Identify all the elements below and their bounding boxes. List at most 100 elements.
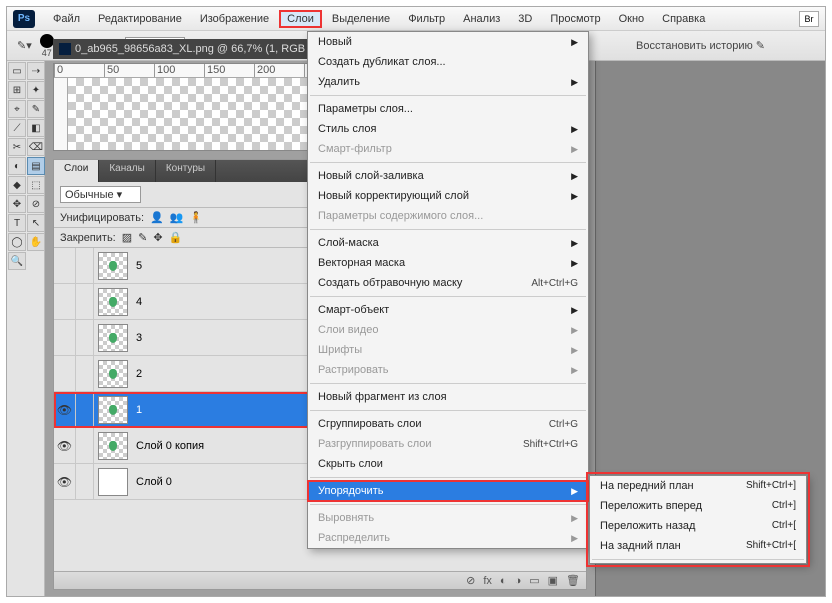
menu-item[interactable]: Новый слой-заливка▶ [308,166,588,186]
tool-3[interactable]: ✦ [27,81,45,99]
lock-position-icon[interactable]: ✥ [153,231,162,244]
submenu-item[interactable]: Переложить впередCtrl+] [590,496,806,516]
tool-14[interactable]: ✥ [8,195,26,213]
tool-6[interactable]: ⟋ [8,119,26,137]
tool-13[interactable]: ⬚ [27,176,45,194]
layer-thumbnail[interactable] [98,432,128,460]
panel-tab-Каналы[interactable]: Каналы [99,160,156,182]
menu-справка[interactable]: Справка [654,10,713,28]
ruler-vertical [54,78,68,150]
brush-preview[interactable] [40,34,54,48]
visibility-toggle[interactable] [54,356,76,391]
tool-5[interactable]: ✎ [27,100,45,118]
menu-фильтр[interactable]: Фильтр [400,10,453,28]
menu-item[interactable]: Векторная маска▶ [308,253,588,273]
unify-icon[interactable]: 🧍 [189,211,203,224]
visibility-toggle[interactable] [54,320,76,355]
menu-item[interactable]: Сгруппировать слоиCtrl+G [308,414,588,434]
menu-item[interactable]: Новый▶ [308,32,588,52]
menu-изображение[interactable]: Изображение [192,10,277,28]
lock-all-icon[interactable]: 🔒 [169,231,183,244]
blend-mode-select[interactable]: Обычные ▾ [60,186,141,203]
panel-footer-icon[interactable]: ▣ [548,574,558,587]
unify-icon[interactable]: 👤 [150,211,164,224]
menu-item[interactable]: Новый корректирующий слой▶ [308,186,588,206]
menu-item[interactable]: Удалить▶ [308,72,588,92]
tool-10[interactable]: ◐ [8,157,26,175]
tool-preset-icon[interactable]: ✎▾ [17,39,32,52]
tool-0[interactable]: ▭ [8,62,26,80]
bridge-button[interactable]: Br [799,11,819,27]
tool-12[interactable]: ◆ [8,176,26,194]
tool-16[interactable]: T [8,214,26,232]
menu-item[interactable]: Создать обтравочную маскуAlt+Ctrl+G [308,273,588,293]
menu-окно[interactable]: Окно [611,10,653,28]
tool-15[interactable]: ⊘ [27,195,45,213]
layer-thumbnail[interactable] [98,468,128,496]
panel-tab-Контуры[interactable]: Контуры [156,160,216,182]
visibility-toggle[interactable]: 👁 [54,464,76,499]
tool-2[interactable]: ⊞ [8,81,26,99]
menu-item[interactable]: Упорядочить▶ [308,481,588,501]
tool-8[interactable]: ✂ [8,138,26,156]
unify-icon[interactable]: 👥 [170,211,184,224]
brush-size: 47 [42,48,52,58]
layer-thumbnail[interactable] [98,396,128,424]
arrange-submenu: На передний планShift+Ctrl+]Переложить в… [589,475,807,564]
tools-panel: ▭⇢⊞✦⌖✎⟋◧✂⌫◐▤◆⬚✥⊘T↖◯✋🔍 [7,61,45,596]
visibility-toggle[interactable] [54,248,76,283]
panel-footer-icon[interactable]: fx [483,575,492,587]
menu-item: Слои видео▶ [308,320,588,340]
tool-20[interactable]: 🔍 [8,252,26,270]
tool-9[interactable]: ⌫ [27,138,45,156]
submenu-item[interactable]: На передний планShift+Ctrl+] [590,476,806,496]
menu-item[interactable]: Смарт-объект▶ [308,300,588,320]
menu-item[interactable]: Скрыть слои [308,454,588,474]
tool-1[interactable]: ⇢ [27,62,45,80]
panel-footer-icon[interactable]: ⊘ [466,574,475,587]
menu-item[interactable]: Создать дубликат слоя... [308,52,588,72]
menu-просмотр[interactable]: Просмотр [542,10,608,28]
tool-18[interactable]: ◯ [8,233,26,251]
menu-файл[interactable]: Файл [45,10,88,28]
menu-item: Распределить▶ [308,528,588,548]
submenu-item[interactable]: Переложить назадCtrl+[ [590,516,806,536]
tool-11[interactable]: ▤ [27,157,45,175]
menu-item[interactable]: Стиль слоя▶ [308,119,588,139]
layer-menu-dropdown: Новый▶Создать дубликат слоя...Удалить▶ Па… [307,31,589,549]
menu-item[interactable]: Новый фрагмент из слоя [308,387,588,407]
tool-17[interactable]: ↖ [27,214,45,232]
lock-pixels-icon[interactable]: ✎ [138,231,147,244]
menu-3d[interactable]: 3D [510,10,540,28]
visibility-toggle[interactable]: 👁 [54,392,76,427]
lock-label: Закрепить: [60,232,116,244]
panel-footer-icon[interactable]: ◐ [500,575,507,587]
panel-footer-icon[interactable]: ▭ [529,574,539,587]
menu-item: Шрифты▶ [308,340,588,360]
layer-thumbnail[interactable] [98,360,128,388]
visibility-toggle[interactable]: 👁 [54,428,76,463]
tool-7[interactable]: ◧ [27,119,45,137]
layer-thumbnail[interactable] [98,252,128,280]
panel-tab-Слои[interactable]: Слои [54,160,99,182]
visibility-toggle[interactable] [54,284,76,319]
menu-анализ[interactable]: Анализ [455,10,508,28]
layer-thumbnail[interactable] [98,324,128,352]
document-tab[interactable]: 0_ab965_98656a83_XL.png @ 66,7% (1, RGB [53,39,325,59]
lock-transparent-icon[interactable]: ▨ [122,231,132,244]
tool-4[interactable]: ⌖ [8,100,26,118]
menu-выделение[interactable]: Выделение [324,10,398,28]
tool-19[interactable]: ✋ [27,233,45,251]
layers-panel-footer: ⊘ fx ◐ ◑ ▭ ▣ 🗑 [54,571,586,589]
panel-footer-icon[interactable]: ◑ [515,575,522,587]
menu-редактирование[interactable]: Редактирование [90,10,190,28]
ps-logo: Ps [13,10,35,28]
menu-item[interactable]: Параметры слоя... [308,99,588,119]
panel-footer-icon[interactable]: 🗑 [566,574,580,587]
layer-thumbnail[interactable] [98,288,128,316]
menu-item[interactable]: Слой-маска▶ [308,233,588,253]
submenu-item[interactable]: На задний планShift+Ctrl+[ [590,536,806,556]
menu-слои[interactable]: Слои [279,10,322,28]
restore-history[interactable]: Восстановить историю ✎ [636,39,765,52]
menu-bar: ФайлРедактированиеИзображениеСлоиВыделен… [45,10,713,28]
